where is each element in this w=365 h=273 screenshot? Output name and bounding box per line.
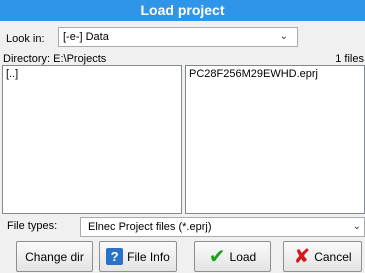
directory-label: Directory: E:\Projects	[3, 53, 107, 65]
change-dir-button[interactable]: Change dir	[16, 241, 93, 272]
help-icon: ?	[106, 248, 124, 265]
look-in-dropdown[interactable]: [-e-] Data ⌄	[58, 27, 298, 47]
file-types-value: Elnec Project files (*.eprj)	[88, 221, 212, 233]
cancel-label: Cancel	[314, 249, 352, 264]
file-types-dropdown[interactable]: Elnec Project files (*.eprj) ⌄	[80, 217, 365, 237]
change-dir-label: Change dir	[25, 249, 84, 264]
file-info-label: File Info	[127, 249, 170, 264]
load-button[interactable]: ✔ Load	[194, 241, 271, 272]
directory-list[interactable]: [..]	[2, 65, 182, 214]
file-count-label: 1 files	[335, 53, 364, 65]
cancel-button[interactable]: ✘ Cancel	[283, 241, 362, 272]
look-in-value: [-e-] Data	[63, 31, 109, 43]
chevron-down-icon: ⌄	[279, 31, 288, 42]
cross-icon: ✘	[293, 245, 311, 268]
chevron-down-icon: ⌄	[352, 221, 361, 232]
look-in-label: Look in:	[6, 33, 45, 45]
file-types-label: File types:	[7, 220, 58, 232]
file-info-button[interactable]: ? File Info	[99, 241, 177, 272]
check-icon: ✔	[208, 245, 226, 268]
list-item[interactable]: PC28F256M29EWHD.eprj	[189, 68, 361, 80]
file-list[interactable]: PC28F256M29EWHD.eprj	[185, 65, 365, 214]
load-label: Load	[229, 249, 257, 264]
window-title: Load project	[0, 0, 365, 21]
list-item[interactable]: [..]	[6, 68, 178, 80]
